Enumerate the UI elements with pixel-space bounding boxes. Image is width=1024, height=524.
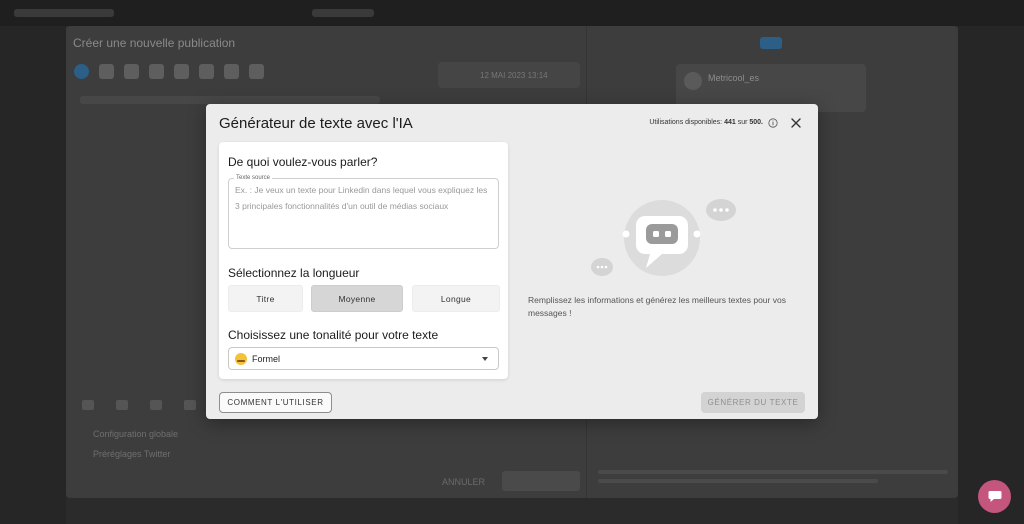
length-heading: Sélectionnez la longueur [228, 266, 360, 280]
footnote-text [598, 470, 948, 488]
how-to-use-button[interactable]: COMMENT L'UTILISER [219, 392, 332, 413]
chat-icon [988, 491, 1001, 502]
link-icon[interactable] [150, 400, 162, 410]
source-text-input[interactable] [229, 179, 498, 248]
chat-button[interactable] [978, 480, 1011, 513]
robot-eye-right [665, 231, 671, 237]
length-selector: Titre Moyenne Longue [228, 285, 500, 312]
generator-form-card: De quoi voulez-vous parler? Texte source… [219, 142, 508, 379]
app-sidebar [0, 26, 66, 524]
app-right-gutter [958, 26, 1024, 524]
close-icon [791, 118, 801, 128]
cancel-button[interactable]: ANNULER [442, 477, 485, 487]
topic-heading: De quoi voulez-vous parler? [228, 155, 378, 169]
tiktok-icon[interactable] [224, 64, 239, 79]
editor-toolbar [82, 400, 196, 410]
pinterest-icon[interactable] [199, 64, 214, 79]
topbar-placeholder [312, 9, 374, 17]
generate-text-button[interactable]: GÉNÉRER DU TEXTE [701, 392, 805, 413]
speech-bubble-right [706, 199, 736, 221]
date-value: 12 MAI 2023 13:14 [480, 71, 548, 80]
robot-visor [646, 224, 678, 244]
length-option-long[interactable]: Longue [412, 285, 500, 312]
robot-ear-left [622, 230, 630, 238]
app-topbar [0, 0, 1024, 26]
twitter-preview-tab[interactable] [760, 37, 782, 49]
youtube-icon[interactable] [249, 64, 264, 79]
usage-counter: Utilisations disponibles: 441 sur 500. [649, 119, 763, 126]
twitter-settings-row[interactable]: Préréglages Twitter [93, 449, 170, 459]
emoji-icon[interactable] [116, 400, 128, 410]
empty-state-message: Remplissez les informations et générez l… [528, 295, 786, 318]
publish-button[interactable] [502, 471, 580, 491]
app-logo [14, 9, 114, 17]
social-network-selector [74, 64, 264, 79]
create-post-title: Créer une nouvelle publication [73, 36, 236, 50]
date-picker[interactable]: 12 MAI 2023 13:14 [438, 62, 580, 88]
google-business-icon[interactable] [174, 64, 189, 79]
tone-heading: Choisissez une tonalité pour votre texte [228, 328, 439, 342]
source-text-label: Texte source [234, 175, 273, 181]
length-option-title[interactable]: Titre [228, 285, 303, 312]
close-button[interactable] [788, 115, 804, 131]
post-text-placeholder [80, 96, 380, 104]
global-settings-row[interactable]: Configuration globale [93, 429, 178, 439]
instagram-icon[interactable] [124, 64, 139, 79]
tone-select[interactable]: Formel [228, 347, 499, 370]
hashtag-icon[interactable] [184, 400, 196, 410]
chevron-down-icon [482, 357, 488, 361]
tone-selected-value: Formel [252, 353, 281, 364]
length-option-medium[interactable]: Moyenne [311, 285, 403, 312]
usage-middle: sur [735, 119, 750, 126]
usage-total: 500. [749, 119, 763, 126]
source-text-field[interactable]: Texte source [228, 175, 499, 249]
usage-used: 441 [724, 119, 736, 126]
robot-eye-left [653, 231, 659, 237]
usage-prefix: Utilisations disponibles: [649, 119, 725, 126]
linkedin-icon[interactable] [149, 64, 164, 79]
preview-account-name: Metricool_es [708, 73, 760, 83]
avatar [684, 72, 702, 90]
speech-bubble-left [591, 258, 613, 276]
ai-text-generator-modal: Générateur de texte avec l'IA Utilisatio… [206, 104, 818, 419]
robot-illustration [591, 199, 736, 276]
media-icon[interactable] [82, 400, 94, 410]
twitter-icon[interactable] [74, 64, 89, 79]
robot-ear-right [693, 230, 701, 238]
modal-title: Générateur de texte avec l'IA [219, 115, 413, 132]
facebook-icon[interactable] [99, 64, 114, 79]
info-icon[interactable] [768, 118, 778, 128]
face-emoji-icon [235, 352, 247, 365]
